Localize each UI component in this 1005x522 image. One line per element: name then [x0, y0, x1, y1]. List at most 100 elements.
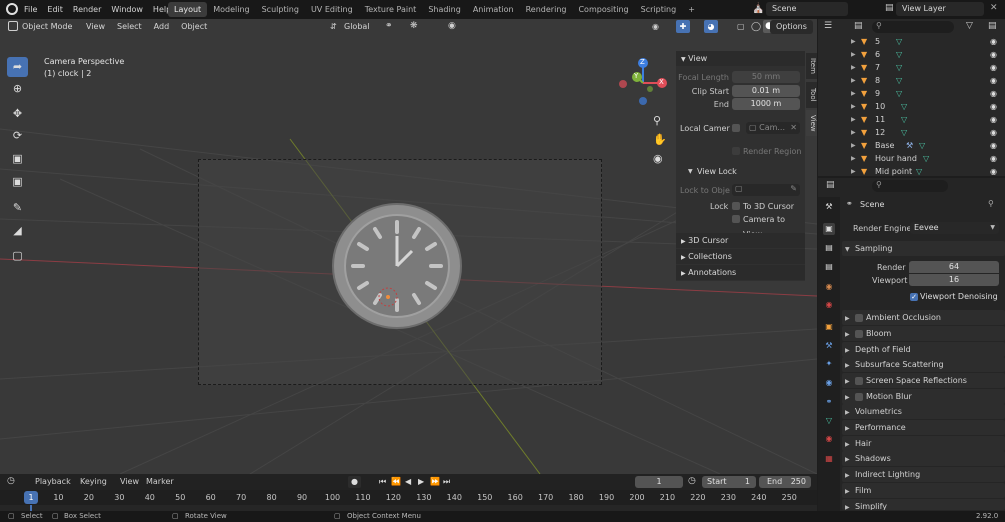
to-3d-cursor-checkbox[interactable]: [732, 202, 740, 210]
visibility-icon[interactable]: ◉: [652, 22, 659, 31]
close-icon[interactable]: ✕: [990, 3, 998, 13]
sidebar-tab-item[interactable]: Item: [806, 53, 817, 79]
proportional-icon[interactable]: ◉: [448, 21, 456, 31]
menu-file[interactable]: File: [19, 0, 42, 19]
section-bloom[interactable]: ▶ Bloom: [842, 326, 1005, 341]
tab-uv-editing[interactable]: UV Editing: [305, 2, 359, 17]
cursor-tool[interactable]: ⊕: [7, 79, 28, 99]
camera-to-view-checkbox[interactable]: [732, 215, 740, 223]
section-indirect-lighting[interactable]: ▶ Indirect Lighting: [842, 467, 1005, 482]
menu-window[interactable]: Window: [106, 0, 148, 19]
tab-compositing[interactable]: Compositing: [572, 2, 634, 17]
modifier-tab-icon[interactable]: ⚒: [823, 340, 835, 352]
tab-layout[interactable]: Layout: [168, 2, 208, 17]
options-button[interactable]: Options: [770, 20, 813, 34]
render-tab-icon[interactable]: ▣: [823, 223, 835, 235]
gizmo-toggle-icon[interactable]: ✚: [676, 20, 690, 33]
properties-editor-icon[interactable]: ▤: [826, 180, 835, 190]
jump-end-button[interactable]: ⏭: [443, 477, 450, 487]
timeline-menu-keying[interactable]: Keying: [80, 477, 107, 486]
clock-model[interactable]: [330, 200, 464, 330]
focal-length-field[interactable]: 50 mm: [732, 71, 800, 83]
measure-tool[interactable]: ◢: [7, 221, 28, 241]
menu-edit[interactable]: Edit: [42, 0, 68, 19]
outliner-row[interactable]: ▶ ▼ 12 ▽ ◉: [818, 126, 1005, 139]
play-reverse-button[interactable]: ◀: [405, 477, 411, 486]
rotate-tool[interactable]: ⟳: [7, 126, 28, 146]
frame-start-field[interactable]: Start 1: [702, 476, 756, 488]
menu-object[interactable]: Object: [175, 19, 213, 35]
frame-end-field[interactable]: End 250: [759, 476, 811, 488]
new-collection-icon[interactable]: ▤: [988, 21, 997, 31]
properties-search-input[interactable]: ⚲: [872, 180, 948, 192]
zoom-icon[interactable]: ⚲: [653, 114, 661, 127]
section-performance[interactable]: ▶ Performance: [842, 420, 1005, 435]
section-subsurface-scattering[interactable]: ▶ Subsurface Scattering: [842, 357, 1005, 372]
section-ambient-occlusion[interactable]: ▶ Ambient Occlusion: [842, 310, 1005, 325]
menu-render[interactable]: Render: [68, 0, 106, 19]
section-shadows[interactable]: ▶ Shadows: [842, 451, 1005, 466]
local-camera-field[interactable]: ▢ Cam... ✕: [746, 122, 800, 134]
section-hair[interactable]: ▶ Hair: [842, 436, 1005, 451]
object-tab-icon[interactable]: ▣: [823, 321, 835, 333]
filter-icon[interactable]: ▽: [966, 21, 973, 31]
section-volumetrics[interactable]: ▶ Volumetrics: [842, 404, 1005, 419]
outliner-editor-icon[interactable]: ☰: [824, 21, 832, 31]
lock-to-object-field[interactable]: ▢ ✎: [732, 184, 800, 196]
view-layer-tab-icon[interactable]: ▤: [823, 261, 835, 273]
scene-tab-icon[interactable]: ◉: [823, 281, 835, 293]
view-section-header[interactable]: ▼ View: [676, 51, 805, 66]
tab-sculpting[interactable]: Sculpting: [256, 2, 305, 17]
move-tool[interactable]: ✥: [7, 104, 28, 124]
scene-icon[interactable]: ⛪: [752, 3, 764, 14]
outliner-row[interactable]: ▶ ▼ Mid point ▽ ◉: [818, 165, 1005, 176]
clip-start-field[interactable]: 0.01 m: [732, 85, 800, 97]
snap-icon[interactable]: ❋: [410, 21, 418, 31]
menu-view[interactable]: View: [80, 19, 111, 35]
transform-tool[interactable]: ▣: [7, 172, 28, 192]
section-motion-blur[interactable]: ▶ Motion Blur: [842, 389, 1005, 404]
section-screen-space-reflections[interactable]: ▶ Screen Space Reflections: [842, 373, 1005, 388]
navigation-gizmo[interactable]: Z X Y: [617, 57, 669, 109]
outliner-row[interactable]: ▶ ▼ 9 ▽ ◉: [818, 87, 1005, 100]
add-cube-tool[interactable]: ▢: [7, 246, 28, 266]
outliner-row[interactable]: ▶ ▼ 7 ▽ ◉: [818, 61, 1005, 74]
transform-orientation-icon[interactable]: ⇵: [330, 22, 337, 31]
tab-rendering[interactable]: Rendering: [520, 2, 573, 17]
tab-texture-paint[interactable]: Texture Paint: [359, 2, 423, 17]
current-frame-field[interactable]: 1: [635, 476, 683, 488]
samples-render-field[interactable]: 64: [909, 261, 999, 273]
texture-tab-icon[interactable]: ▦: [823, 453, 835, 465]
overlays-icon[interactable]: ◕: [704, 20, 718, 33]
material-tab-icon[interactable]: ◉: [823, 433, 835, 445]
section-film[interactable]: ▶ Film: [842, 483, 1005, 498]
mode-selector[interactable]: Object Mode: [16, 19, 78, 35]
outliner-search-input[interactable]: ⚲: [872, 21, 954, 33]
play-button[interactable]: ▶: [418, 477, 424, 486]
section-sampling[interactable]: ▼ Sampling: [842, 241, 1005, 256]
pivot-icon[interactable]: ⚭: [385, 21, 393, 31]
section-collections[interactable]: ▶ Collections: [676, 249, 805, 264]
outliner-row[interactable]: ▶ ▼ 8 ▽ ◉: [818, 74, 1005, 87]
timeline-menu-playback[interactable]: Playback: [35, 477, 71, 486]
render-engine-select[interactable]: Eevee ▼: [910, 222, 999, 234]
clock-icon[interactable]: ◷: [688, 476, 696, 486]
view-layer-icon[interactable]: ▤: [885, 3, 894, 13]
tab-modeling[interactable]: Modeling: [207, 2, 255, 17]
particles-tab-icon[interactable]: ✦: [823, 358, 835, 370]
timeline-editor-icon[interactable]: ◷: [7, 476, 15, 486]
eyedropper-icon[interactable]: ✎: [790, 184, 797, 193]
shading-wireframe-icon[interactable]: ◯: [751, 22, 761, 32]
outliner-row[interactable]: ▶ ▼ Hour hand ▽ ◉: [818, 152, 1005, 165]
outliner-row[interactable]: ▶ ▼ Base ⚒ ▽ ◉: [818, 139, 1005, 152]
timeline-menu-view[interactable]: View: [120, 477, 139, 486]
sidebar-tab-view[interactable]: View: [806, 110, 817, 136]
world-tab-icon[interactable]: ◉: [823, 299, 835, 311]
tab-shading[interactable]: Shading: [422, 2, 467, 17]
pin-icon[interactable]: ⚲: [988, 199, 994, 208]
camera-view-icon[interactable]: ◉: [653, 152, 663, 165]
blender-logo-icon[interactable]: [6, 3, 18, 15]
record-button[interactable]: ●: [348, 476, 361, 488]
render-region-checkbox[interactable]: [732, 147, 740, 155]
viewport-denoising-checkbox[interactable]: ✓: [910, 293, 918, 301]
